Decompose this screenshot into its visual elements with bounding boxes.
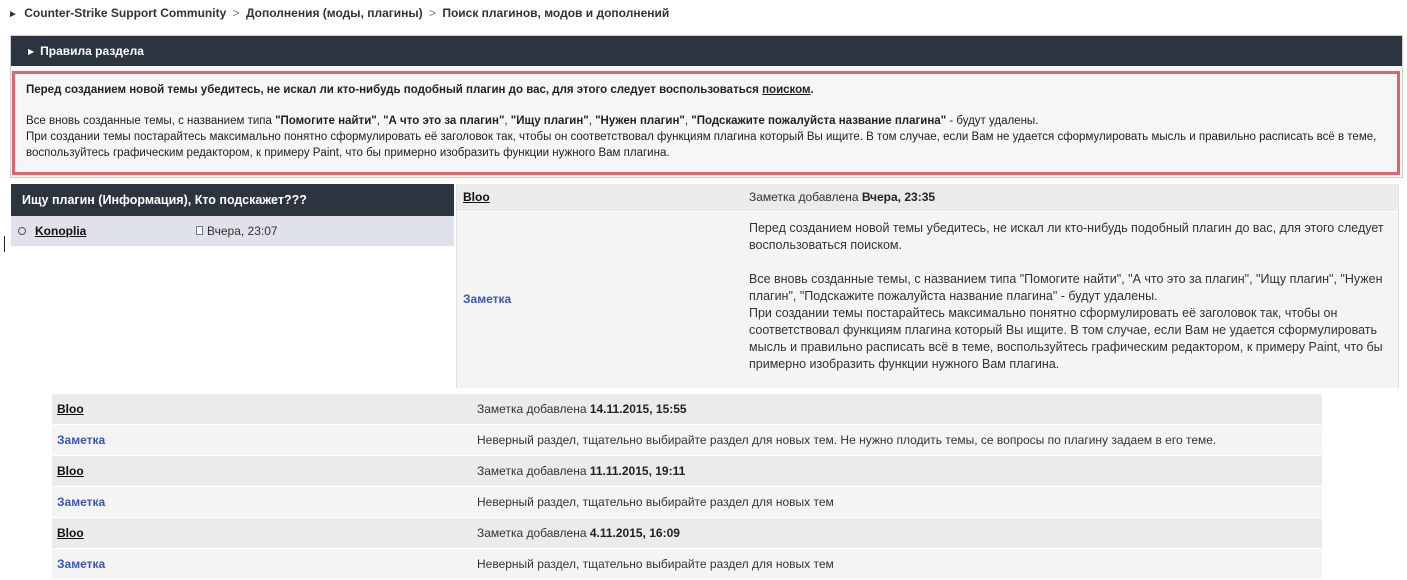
rules-topic-example: "Помогите найти"	[275, 115, 377, 127]
thread-author-link[interactable]: Konoplia	[35, 216, 86, 246]
note-text: Неверный раздел, тщательно выбирайте раз…	[477, 433, 1217, 447]
note-meta: Заметка добавлена 4.11.2015, 16:09	[477, 518, 680, 549]
note-label: Заметка	[57, 557, 106, 571]
breadcrumb-link-community[interactable]: Counter-Strike Support Community	[24, 6, 226, 20]
note-label: Заметка	[57, 433, 106, 447]
note-text-row: Заметка Неверный раздел, тщательно выбир…	[52, 549, 1322, 580]
rules-header-title: Правила раздела	[40, 44, 144, 58]
search-link[interactable]: поиском	[762, 84, 810, 96]
notes-list: Bloo Заметка добавлена 14.11.2015, 15:55…	[52, 394, 1322, 580]
note-text-row: Заметка Неверный раздел, тщательно выбир…	[52, 425, 1322, 456]
document-icon	[196, 226, 203, 235]
note-meta: Заметка добавлена 14.11.2015, 15:55	[477, 394, 687, 425]
note-meta-time: Вчера, 23:35	[861, 190, 936, 204]
note-text-row: Заметка Неверный раздел, тщательно выбир…	[52, 487, 1322, 518]
note-paragraph: Все вновь созданные темы, с названием ти…	[749, 272, 1383, 303]
breadcrumb: ► Counter-Strike Support Community > Доп…	[8, 6, 669, 20]
rules-line-search: Перед созданием новой темы убедитесь, не…	[26, 82, 1386, 98]
rules-line-deleted-topics: Все вновь созданные темы, с названием ти…	[26, 115, 1039, 127]
expand-triangle-icon[interactable]: ▶	[28, 47, 34, 56]
note-popup: Bloo Заметка добавлена Вчера, 23:35 Заме…	[456, 184, 1399, 388]
note-meta-row: Bloo Заметка добавлена 4.11.2015, 16:09	[52, 518, 1322, 549]
note-meta: Заметка добавлена 11.11.2015, 19:11	[477, 456, 685, 487]
breadcrumb-link-search-plugins[interactable]: Поиск плагинов, модов и дополнений	[442, 6, 669, 20]
rules-topic-example: "Ищу плагин"	[510, 115, 589, 127]
thread-row[interactable]: Konoplia Вчера, 23:07	[11, 216, 454, 246]
note-meta-prefix: Заметка добавлена	[477, 526, 590, 540]
rules-content: Перед созданием новой темы убедитесь, не…	[12, 71, 1400, 175]
note-text: Перед созданием новой темы убедитесь, не…	[749, 220, 1399, 373]
note-paragraph: При создании темы постарайтесь максималь…	[749, 306, 1383, 371]
status-circle-icon	[18, 227, 26, 235]
thread-time: Вчера, 23:07	[207, 224, 278, 238]
note-label: Заметка	[463, 292, 512, 306]
rules-line2-prefix: Все вновь созданные темы, с названием ти…	[26, 115, 276, 127]
rules-line-title-advice: При создании темы постарайтесь максималь…	[26, 131, 1377, 159]
note-author-link[interactable]: Bloo	[57, 456, 84, 487]
note-meta-row: Bloo Заметка добавлена Вчера, 23:35	[457, 184, 1398, 212]
rules-topic-example: "А что это за плагин"	[383, 115, 505, 127]
text-cursor	[4, 236, 5, 252]
breadcrumb-separator: >	[232, 6, 240, 20]
rules-line1-end: .	[810, 84, 814, 96]
note-paragraph: Перед созданием новой темы убедитесь, не…	[749, 221, 1384, 252]
note-author-link[interactable]: Bloo	[57, 518, 84, 549]
note-meta-time: 14.11.2015, 15:55	[589, 402, 687, 416]
note-meta-prefix: Заметка добавлена	[477, 464, 590, 478]
note-text: Неверный раздел, тщательно выбирайте раз…	[477, 557, 834, 571]
breadcrumb-link-addons[interactable]: Дополнения (моды, плагины)	[246, 6, 423, 20]
breadcrumb-separator: >	[428, 6, 436, 20]
note-meta-row: Bloo Заметка добавлена 11.11.2015, 19:11	[52, 456, 1322, 487]
note-author-link[interactable]: Bloo	[463, 190, 490, 204]
note-meta-prefix: Заметка добавлена	[749, 190, 862, 204]
rules-topic-example: "Нужен плагин"	[595, 115, 685, 127]
note-label: Заметка	[57, 495, 106, 509]
note-meta-prefix: Заметка добавлена	[477, 402, 590, 416]
note-meta: Заметка добавлена Вчера, 23:35	[749, 190, 935, 204]
breadcrumb-arrow-icon: ►	[8, 9, 18, 20]
note-meta-time: 11.11.2015, 19:11	[589, 464, 686, 478]
rules-panel: ▶ Правила раздела Перед созданием новой т…	[10, 35, 1403, 178]
note-meta-row: Bloo Заметка добавлена 14.11.2015, 15:55	[52, 394, 1322, 425]
note-meta-time: 4.11.2015, 16:09	[589, 526, 680, 540]
rules-header[interactable]: ▶ Правила раздела	[11, 36, 1402, 66]
thread-title: Ищу плагин (Информация), Кто подскажет??…	[11, 184, 454, 216]
rules-topic-example: "Подскажите пожалуйста название плагина"	[691, 115, 947, 127]
rules-line1-text: Перед созданием новой темы убедитесь, не…	[26, 84, 763, 96]
note-text: Неверный раздел, тщательно выбирайте раз…	[477, 495, 834, 509]
rules-line2-suffix: - будут удалены.	[946, 115, 1039, 127]
note-author-link[interactable]: Bloo	[57, 394, 84, 425]
